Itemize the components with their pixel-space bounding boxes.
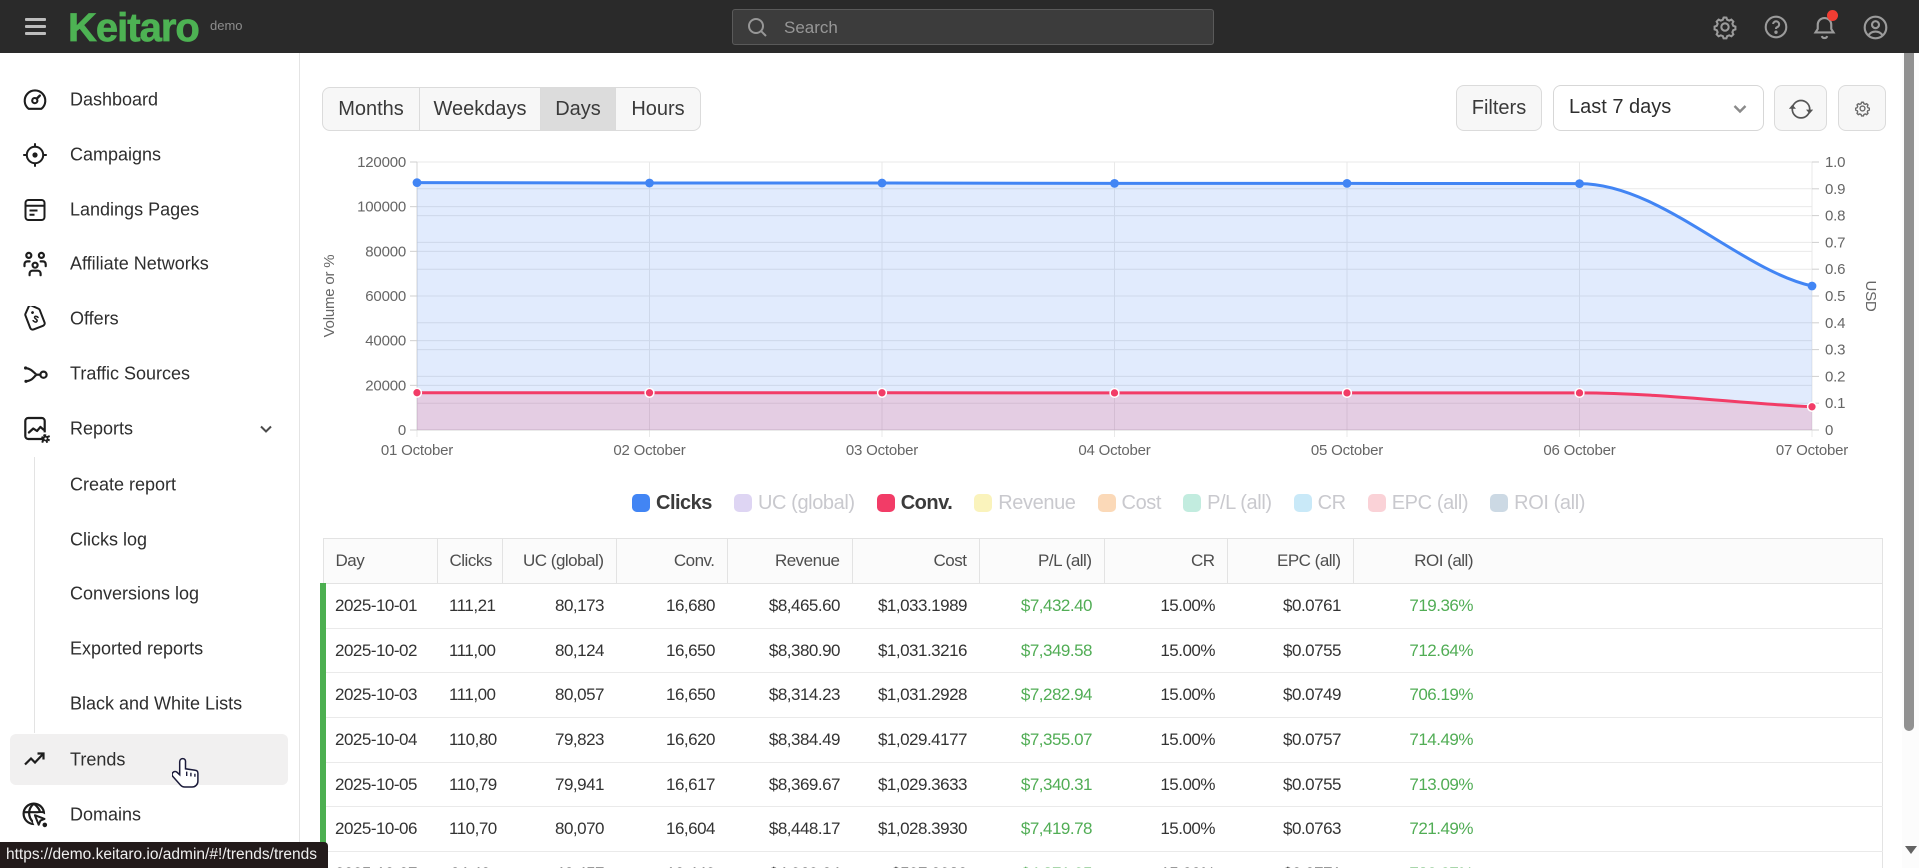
svg-text:120000: 120000 bbox=[357, 154, 406, 171]
svg-text:USD: USD bbox=[1862, 280, 1879, 311]
svg-text:0.9: 0.9 bbox=[1825, 181, 1845, 198]
svg-text:04 October: 04 October bbox=[1078, 442, 1150, 459]
svg-text:20000: 20000 bbox=[365, 377, 406, 394]
svg-text:0.3: 0.3 bbox=[1825, 342, 1845, 359]
svg-text:Volume or %: Volume or % bbox=[321, 255, 338, 338]
svg-text:06 October: 06 October bbox=[1543, 442, 1615, 459]
svg-text:60000: 60000 bbox=[365, 288, 406, 305]
svg-text:0.8: 0.8 bbox=[1825, 208, 1845, 225]
svg-text:05 October: 05 October bbox=[1311, 442, 1383, 459]
svg-text:40000: 40000 bbox=[365, 333, 406, 350]
svg-text:1.0: 1.0 bbox=[1825, 154, 1845, 171]
svg-text:0.4: 0.4 bbox=[1825, 315, 1845, 332]
svg-text:03 October: 03 October bbox=[846, 442, 918, 459]
svg-text:100000: 100000 bbox=[357, 199, 406, 216]
svg-text:02 October: 02 October bbox=[613, 442, 685, 459]
svg-text:01 October: 01 October bbox=[381, 442, 453, 459]
svg-text:0.5: 0.5 bbox=[1825, 288, 1845, 305]
svg-text:0.1: 0.1 bbox=[1825, 395, 1845, 412]
svg-text:0.2: 0.2 bbox=[1825, 368, 1845, 385]
svg-text:0.6: 0.6 bbox=[1825, 261, 1845, 278]
svg-text:0: 0 bbox=[1825, 422, 1833, 439]
svg-text:0.7: 0.7 bbox=[1825, 234, 1845, 251]
svg-text:07 October: 07 October bbox=[1776, 442, 1848, 459]
svg-text:0: 0 bbox=[398, 422, 406, 439]
svg-text:80000: 80000 bbox=[365, 243, 406, 260]
